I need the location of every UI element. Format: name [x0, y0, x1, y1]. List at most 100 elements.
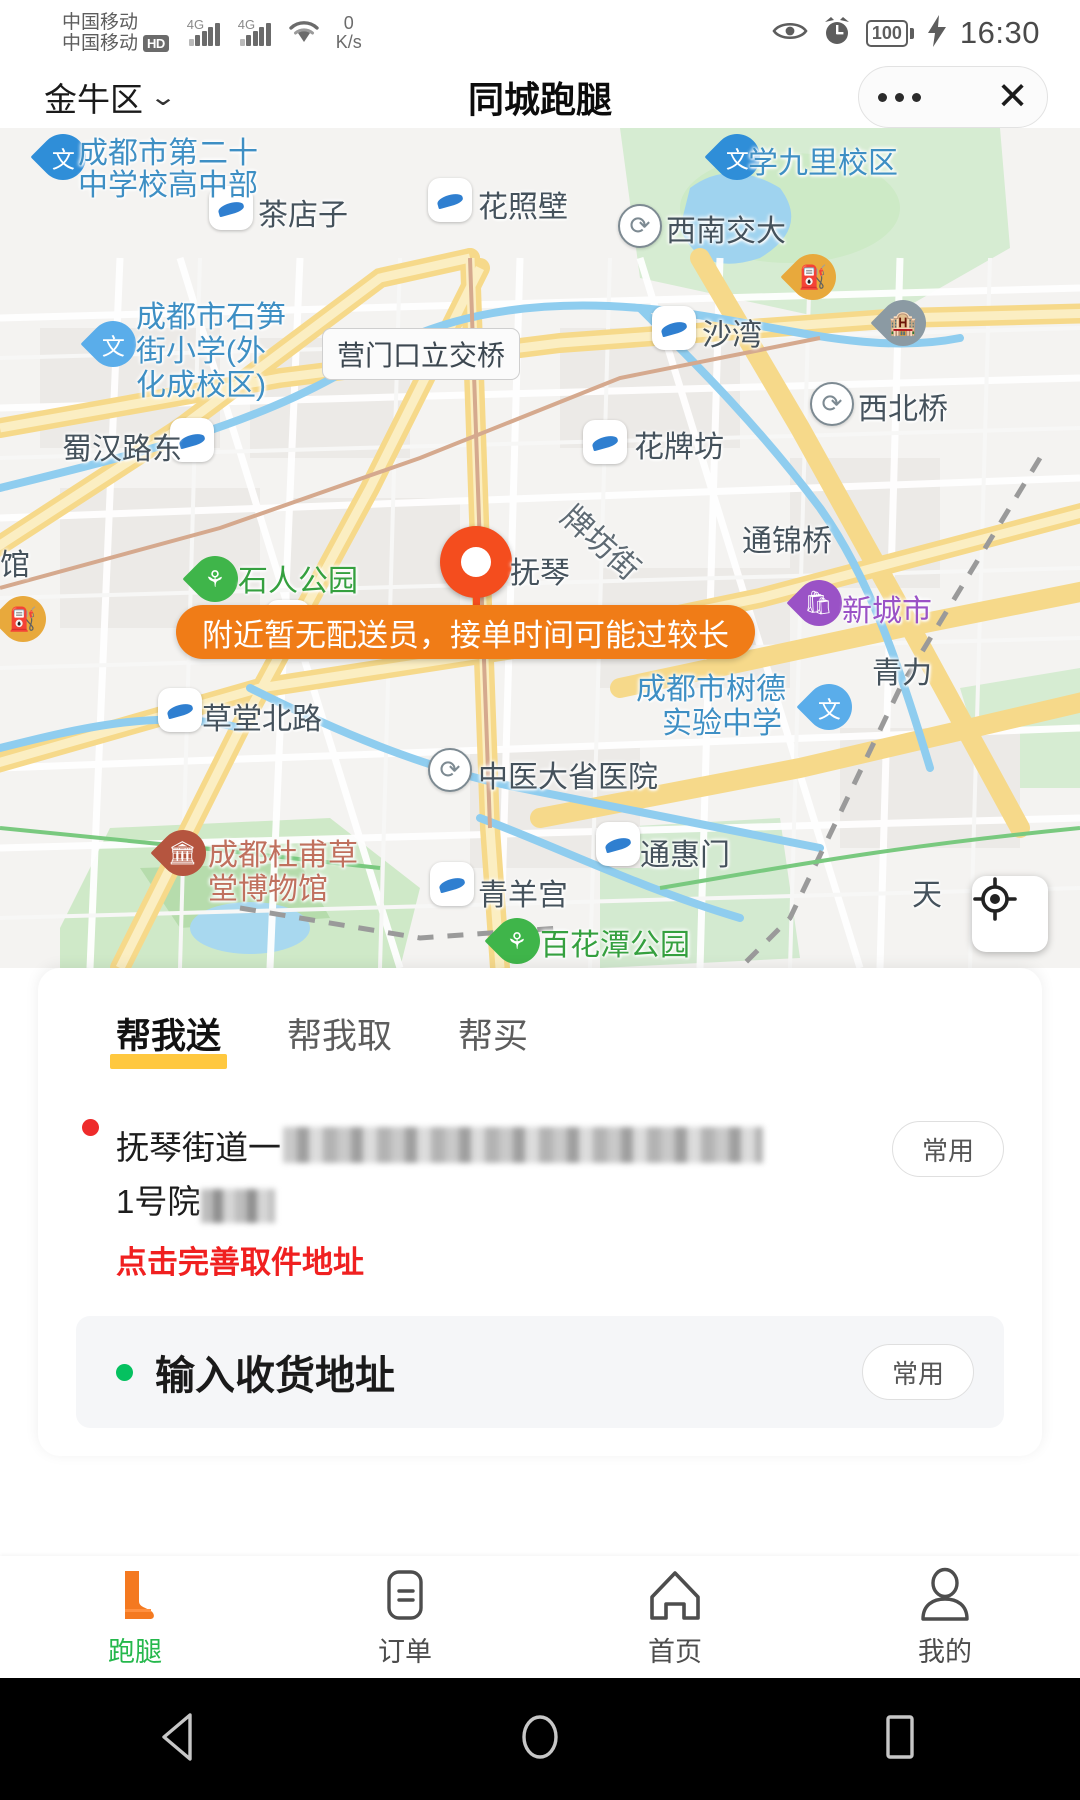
nav-item-paotui[interactable]: 跑腿: [0, 1556, 270, 1678]
map-label: 青力: [872, 657, 932, 690]
subway-station-icon-shawan[interactable]: [652, 306, 696, 350]
map-label: 草堂北路: [202, 703, 322, 736]
map-pin-mall-xinchengshi[interactable]: 🛍: [786, 570, 852, 638]
tab-bangmai[interactable]: 帮买: [458, 1008, 528, 1065]
network-type-label-2: 4G: [237, 17, 256, 32]
hd-badge: HD: [143, 35, 169, 53]
person-icon: [919, 1566, 971, 1624]
map-label: 花照壁: [478, 191, 568, 224]
pickup-address-prefix: 抚琴街道一: [116, 1129, 281, 1166]
map-pin-park-baihuatan[interactable]: ⚘: [484, 908, 550, 968]
nav-item-shouye[interactable]: 首页: [540, 1556, 810, 1678]
redacted-address-block-1: [283, 1127, 763, 1163]
network-type-label-1: 4G: [186, 17, 205, 32]
alarm-icon: [821, 15, 853, 52]
map-label: 中学校高中部: [78, 169, 258, 202]
pickup-address-row[interactable]: 抚琴街道一 1号院 常用: [38, 1121, 1042, 1223]
nav-item-wode[interactable]: 我的: [810, 1556, 1080, 1678]
map-view[interactable]: 文 文 文 文 ⚘ ⚘ 🏛 🛍 ⛽ ⛽ 🏨 ⟳ ⟳ ⟳ 营门口立交桥 牌坊街 附…: [0, 128, 1080, 968]
map-label: 馆: [0, 549, 30, 582]
tab-bangwosong[interactable]: 帮我送: [109, 1008, 228, 1069]
more-options-button[interactable]: [877, 92, 921, 102]
nav-item-dingdan[interactable]: 订单: [270, 1556, 540, 1678]
map-pin-gasstation-2[interactable]: ⛽: [0, 586, 56, 654]
order-sheet: 帮我送 帮我取 帮买 抚琴街道一 1号院 常用 点击完善取件地址 输入收货地址 …: [38, 968, 1042, 1456]
region-label: 金牛区: [44, 81, 143, 118]
eye-icon: [772, 19, 808, 48]
nav-label-paotui: 跑腿: [108, 1636, 162, 1667]
no-courier-banner: 附近暂无配送员，接单时间可能过较长: [176, 605, 755, 659]
pickup-address-warning[interactable]: 点击完善取件地址: [38, 1223, 1042, 1282]
map-label: 西南交大: [666, 215, 786, 248]
destination-address-placeholder[interactable]: 输入收货地址: [155, 1343, 862, 1401]
map-label: 花牌坊: [634, 431, 724, 464]
carrier-line-2-row: 中国移动 HD: [62, 33, 169, 54]
subway-station-icon-tonghuimen[interactable]: [596, 822, 640, 866]
battery-icon: 100: [865, 19, 914, 47]
subway-station-icon-huapaifang[interactable]: [583, 420, 627, 464]
locate-me-button[interactable]: [972, 876, 1048, 952]
map-pin-museum-dufu[interactable]: 🏛: [150, 820, 216, 888]
map-label: 天: [912, 879, 942, 912]
nav-label-dingdan: 订单: [378, 1636, 432, 1667]
destination-address-row[interactable]: 输入收货地址 常用: [76, 1316, 1004, 1428]
subway-station-icon-huazhaobi[interactable]: [428, 178, 472, 222]
signal-bars-icon-1: 4G: [186, 17, 220, 46]
data-rate-unit: K/s: [335, 32, 362, 52]
map-label: 通惠门: [640, 839, 730, 872]
map-pin-school-4[interactable]: 文: [796, 674, 862, 742]
current-location-label: 抚琴: [510, 557, 570, 590]
map-label: 百花潭公园: [540, 929, 690, 962]
data-rate-indicator: 0 K/s: [336, 14, 362, 52]
subway-station-icon-qingyanggong[interactable]: [430, 862, 474, 906]
map-label: 堂博物馆: [208, 873, 328, 906]
map-label: 化成校区): [136, 369, 266, 402]
pickup-address-block[interactable]: 抚琴街道一 1号院 常用 点击完善取件地址: [38, 1065, 1042, 1282]
transfer-station-icon-xibeiqiao[interactable]: ⟳: [810, 382, 854, 426]
destination-frequent-button[interactable]: 常用: [862, 1344, 974, 1400]
signal-bars-icon-2: 4G: [237, 17, 271, 46]
redacted-address-block-2: [201, 1189, 276, 1223]
subway-station-icon-caotangbeilu[interactable]: [158, 688, 202, 732]
android-navigation-bar: [0, 1678, 1080, 1800]
region-selector[interactable]: 金牛区 ⌄: [0, 73, 177, 121]
battery-percent: 100: [865, 19, 908, 47]
map-label: 西北桥: [858, 393, 948, 426]
chevron-down-icon: ⌄: [148, 83, 178, 111]
boot-icon: [107, 1566, 163, 1624]
pickup-address-line-1: 抚琴街道一: [116, 1121, 892, 1169]
map-label: 新城市: [842, 595, 932, 628]
home-icon: [647, 1566, 703, 1624]
service-tabs: 帮我送 帮我取 帮买: [38, 968, 1042, 1069]
recents-square-icon[interactable]: [876, 1711, 924, 1768]
pickup-address-text: 抚琴街道一 1号院: [116, 1121, 892, 1223]
map-label: 沙湾: [702, 319, 762, 352]
carrier-info: 中国移动 中国移动 HD: [62, 12, 169, 55]
map-label: 青羊宫: [478, 879, 568, 912]
map-label: 蜀汉路东: [62, 433, 182, 466]
map-pin-gasstation-1[interactable]: ⛽: [780, 244, 846, 312]
nav-label-shouye: 首页: [648, 1636, 702, 1667]
pickup-address-detail: 1号院: [116, 1183, 201, 1220]
transfer-station-icon-zhongyidashengyiyuan[interactable]: ⟳: [428, 748, 472, 792]
map-road-box-label-yingmenkou: 营门口立交桥: [322, 328, 521, 380]
map-label: 中医大省医院: [478, 761, 658, 794]
map-pin-hotel-1[interactable]: 🏨: [870, 290, 936, 358]
back-triangle-icon[interactable]: [156, 1711, 204, 1768]
status-bar-clock: 16:30: [959, 15, 1040, 50]
map-label: 通锦桥: [742, 525, 832, 558]
pickup-frequent-button[interactable]: 常用: [892, 1121, 1004, 1177]
transfer-station-icon-xinanjiaoda[interactable]: ⟳: [618, 204, 662, 248]
home-circle-icon[interactable]: [516, 1711, 564, 1768]
charging-bolt-icon: [927, 14, 947, 52]
data-rate-value: 0: [343, 13, 354, 34]
tab-bangwoqu[interactable]: 帮我取: [287, 1008, 392, 1065]
close-button[interactable]: ✕: [997, 78, 1029, 116]
carrier-line-1: 中国移动: [62, 11, 139, 33]
locate-icon: [973, 877, 1017, 921]
bottom-navigation-bar: 跑腿 订单 首页 我的: [0, 1556, 1080, 1678]
status-bar-right: 100 16:30: [772, 14, 1080, 52]
map-pin-school-3[interactable]: 文: [80, 311, 146, 379]
app-root: 中国移动 中国移动 HD 4G 4G 0 K/s 100 16:30 金牛区 ⌄…: [0, 0, 1080, 1800]
map-label: 石人公园: [238, 565, 358, 598]
